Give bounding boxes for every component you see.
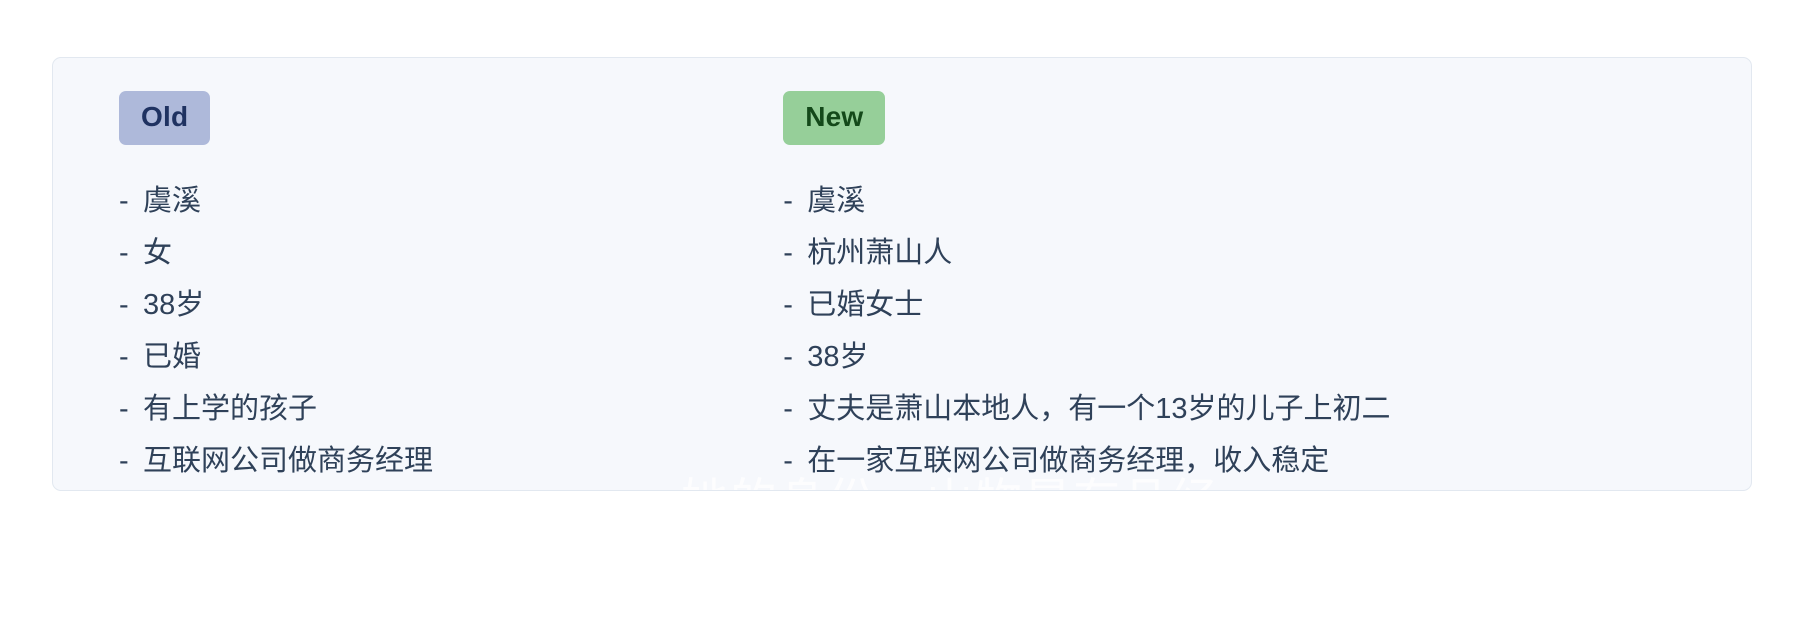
bullet-dash: - <box>783 237 793 269</box>
list-item: - 38岁 <box>783 331 1751 383</box>
list-item: - 丈夫是萧山本地人，有一个13岁的儿子上初二 <box>783 383 1751 435</box>
list-item: - 已婚女士 <box>783 279 1751 331</box>
attribute-list-old: - 虞溪 - 女 - 38岁 - 已婚 - 有上学的孩子 - 互联网公司做商务经… <box>119 175 742 487</box>
list-item: - 互联网公司做商务经理 <box>119 435 742 487</box>
list-item: - 有上学的孩子 <box>119 383 742 435</box>
list-item: - 虞溪 <box>119 175 742 227</box>
list-item-label: 女 <box>143 237 173 269</box>
list-item: - 在一家互联网公司做商务经理，收入稳定 <box>783 435 1751 487</box>
bullet-dash: - <box>783 341 793 373</box>
list-item-label: 虞溪 <box>143 185 202 217</box>
bullet-dash: - <box>119 445 129 477</box>
list-item: - 女 <box>119 227 742 279</box>
list-item-label: 38岁 <box>143 289 205 321</box>
comparison-columns: Old - 虞溪 - 女 - 38岁 - 已婚 - 有上学的孩子 - 互联网公司… <box>53 58 1751 490</box>
list-item-label: 在一家互联网公司做商务经理，收入稳定 <box>807 445 1330 477</box>
bullet-dash: - <box>783 445 793 477</box>
list-item: - 已婚 <box>119 331 742 383</box>
badge-old: Old <box>119 91 211 145</box>
bullet-dash: - <box>119 237 129 269</box>
bullet-dash: - <box>783 185 793 217</box>
list-item-label: 已婚女士 <box>807 289 924 321</box>
comparison-card: Old - 虞溪 - 女 - 38岁 - 已婚 - 有上学的孩子 - 互联网公司… <box>52 57 1752 491</box>
bullet-dash: - <box>119 289 129 321</box>
list-item: - 虞溪 <box>783 175 1751 227</box>
column-new: New - 虞溪 - 杭州萧山人 - 已婚女士 - 38岁 - 丈夫是萧山本地人… <box>742 91 1751 490</box>
bullet-dash: - <box>119 341 129 373</box>
list-item: - 杭州萧山人 <box>783 227 1751 279</box>
list-item-label: 虞溪 <box>807 185 866 217</box>
bullet-dash: - <box>119 185 129 217</box>
list-item-label: 杭州萧山人 <box>807 237 953 269</box>
list-item-label: 互联网公司做商务经理 <box>143 445 434 477</box>
list-item-label: 38岁 <box>807 341 869 373</box>
bullet-dash: - <box>783 393 793 425</box>
list-item-label: 有上学的孩子 <box>143 393 318 425</box>
list-item-label: 丈夫是萧山本地人，有一个13岁的儿子上初二 <box>807 393 1391 425</box>
page-root: Old - 虞溪 - 女 - 38岁 - 已婚 - 有上学的孩子 - 互联网公司… <box>0 0 1800 624</box>
list-item-label: 已婚 <box>143 341 202 373</box>
badge-new: New <box>783 91 886 145</box>
bullet-dash: - <box>119 393 129 425</box>
column-old: Old - 虞溪 - 女 - 38岁 - 已婚 - 有上学的孩子 - 互联网公司… <box>53 91 742 490</box>
bullet-dash: - <box>783 289 793 321</box>
attribute-list-new: - 虞溪 - 杭州萧山人 - 已婚女士 - 38岁 - 丈夫是萧山本地人，有一个… <box>783 175 1751 487</box>
list-item: - 38岁 <box>119 279 742 331</box>
